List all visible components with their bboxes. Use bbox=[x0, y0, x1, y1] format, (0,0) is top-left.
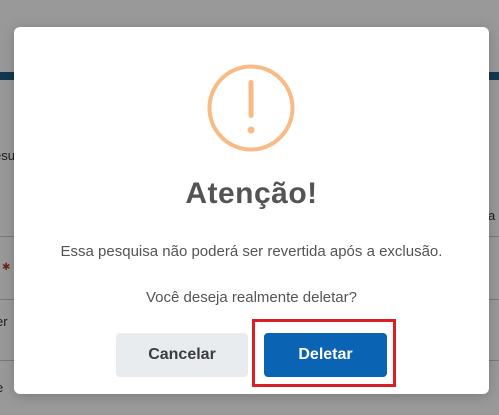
page: esu a ✱ er e Atenção! Essa pesquisa não … bbox=[0, 0, 499, 415]
exclamation-warning-icon bbox=[207, 64, 295, 152]
confirm-delete-dialog: Atenção! Essa pesquisa não poderá ser re… bbox=[14, 27, 489, 394]
cancel-button[interactable]: Cancelar bbox=[116, 333, 248, 377]
delete-button[interactable]: Deletar bbox=[264, 333, 387, 377]
dialog-title: Atenção! bbox=[185, 177, 318, 210]
dialog-question: Você deseja realmente deletar? bbox=[146, 289, 357, 306]
dialog-message: Essa pesquisa não poderá ser revertida a… bbox=[60, 243, 443, 260]
